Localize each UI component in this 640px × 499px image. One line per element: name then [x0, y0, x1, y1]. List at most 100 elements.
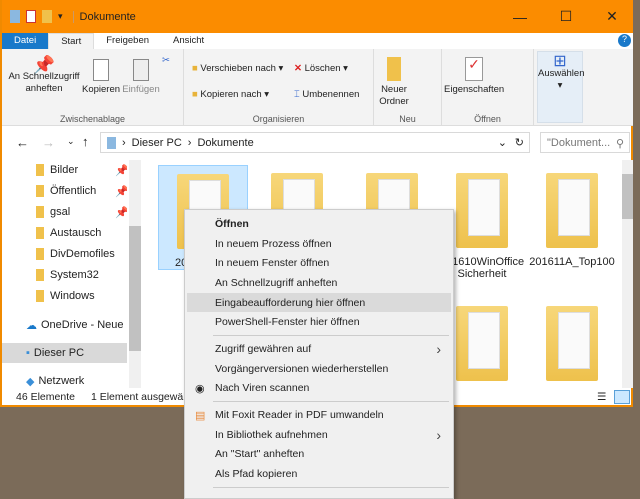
move-to-label: Verschieben nach ▾	[200, 63, 284, 74]
move-to-button[interactable]: ■ Verschieben nach ▾	[192, 63, 283, 75]
group-label: Öffnen	[474, 114, 501, 124]
new-folder-label: Neuer Ordner	[379, 84, 409, 107]
rename-icon: ⌶	[294, 89, 300, 100]
nav-item-system32[interactable]: System32	[2, 265, 127, 285]
properties-icon: ✓	[465, 57, 483, 81]
nav-item-divdemofiles[interactable]: DivDemofiles	[2, 244, 127, 264]
folder-item[interactable]: 201611A_Top100	[527, 165, 617, 268]
folder-icon	[546, 173, 598, 248]
group-label: Neu	[399, 114, 416, 124]
computer-icon: ▪	[26, 347, 30, 359]
breadcrumb-dieser-pc[interactable]: Dieser PC	[132, 137, 182, 149]
paste-label: Einfügen	[122, 84, 160, 95]
tab-ansicht[interactable]: Ansicht	[161, 33, 216, 49]
menu-item-pin-quick-access[interactable]: An Schnellzugriff anheften	[187, 273, 451, 293]
nav-item-gsal[interactable]: gsal 📌	[2, 202, 127, 222]
new-folder-quick-icon[interactable]	[42, 10, 52, 23]
new-folder-button[interactable]: Neuer Ordner	[376, 57, 412, 108]
menu-item-command-prompt[interactable]: Eingabeaufforderung hier öffnen	[187, 292, 451, 313]
content-scrollbar[interactable]	[622, 160, 633, 388]
menu-item-new-process[interactable]: In neuem Prozess öffnen	[187, 234, 451, 254]
selection-count: 1 Element ausgewählt	[90, 390, 195, 403]
copy-button[interactable]: Kopieren	[80, 59, 122, 96]
large-icons-view-button[interactable]	[614, 389, 630, 404]
group-label: Organisieren	[252, 114, 305, 124]
address-input[interactable]: › Dieser PC › Dokumente ⌄ ↻	[100, 132, 530, 153]
menu-item-oeffnen[interactable]: Öffnen	[187, 214, 451, 234]
forward-button[interactable]: →	[42, 135, 55, 150]
tab-start[interactable]: Start	[48, 33, 95, 49]
customize-dropdown-icon[interactable]: ▾	[58, 11, 63, 22]
context-menu: Öffnen In neuem Prozess öffnen In neuem …	[184, 209, 454, 499]
cut-icon[interactable]: ✂	[162, 55, 170, 67]
ribbon: 📌 An Schnellzugriff anheften Kopieren Ein…	[2, 49, 633, 126]
maximize-button[interactable]: ☐	[543, 0, 589, 33]
menu-item-foxit-pdf[interactable]: ▤ Mit Foxit Reader in PDF umwandeln	[187, 405, 451, 425]
address-dropdown-icon[interactable]: ⌄	[498, 136, 507, 149]
select-grid-icon: ⊞	[553, 53, 567, 70]
properties-label: Eigenschaften	[444, 84, 505, 95]
rename-button[interactable]: ⌶ Umbenennen	[294, 89, 359, 101]
ribbon-tabs: Datei Start Freigeben Ansicht ?	[2, 33, 633, 49]
menu-item-restore-versions[interactable]: Vorgängerversionen wiederherstellen	[187, 359, 451, 379]
documents-icon	[107, 136, 116, 149]
search-icon: ⚲	[615, 138, 624, 150]
help-icon[interactable]: ?	[618, 34, 631, 47]
group-open: ✓ Eigenschaften Öffnen	[442, 49, 534, 126]
tab-datei[interactable]: Datei	[2, 33, 49, 49]
up-button[interactable]: ↑	[82, 134, 89, 149]
properties-button[interactable]: ✓ Eigenschaften	[444, 57, 504, 96]
nav-item-oeffentlich[interactable]: Öffentlich 📌	[2, 181, 127, 201]
clipboard-icon	[133, 59, 149, 81]
folder-icon	[546, 306, 598, 381]
folder-label: 201611A_Top100	[529, 256, 615, 268]
copy-to-label: Kopieren nach ▾	[200, 89, 270, 100]
delete-label: Löschen ▾	[304, 63, 348, 74]
folder-icon	[456, 306, 508, 381]
menu-item-pin-start[interactable]: An "Start" anheften	[187, 445, 451, 465]
nav-item-onedrive[interactable]: ☁ OneDrive - Neue M	[2, 315, 127, 335]
back-button[interactable]: ←	[16, 135, 29, 150]
paste-button[interactable]: Einfügen	[122, 59, 160, 96]
folder-icon	[387, 57, 401, 81]
delete-button[interactable]: ✕ Löschen ▾	[294, 63, 348, 75]
tab-freigeben[interactable]: Freigeben	[94, 33, 161, 49]
menu-item-share-with[interactable]: Zugriff gewähren auf ›	[187, 339, 451, 359]
group-organize: ■ Verschieben nach ▾ ■ Kopieren nach ▾ ✕…	[184, 49, 374, 126]
nav-item-austausch[interactable]: Austausch	[2, 223, 127, 243]
folder-item[interactable]	[527, 298, 617, 381]
properties-quick-icon[interactable]	[26, 10, 36, 23]
submenu-arrow-icon: ›	[436, 426, 441, 443]
nav-item-bilder[interactable]: Bilder 📌	[2, 160, 127, 180]
search-input[interactable]: "Dokument... ⚲	[540, 132, 630, 153]
menu-separator	[213, 486, 449, 488]
menu-separator	[213, 401, 449, 403]
nav-scrollbar[interactable]	[129, 160, 141, 388]
select-button[interactable]: ⊞ Auswählen ▾	[537, 51, 585, 123]
nav-item-dieser-pc[interactable]: ▪ Dieser PC	[2, 343, 127, 363]
close-button[interactable]: ✕	[589, 0, 635, 33]
minimize-button[interactable]: —	[497, 0, 543, 33]
rename-label: Umbenennen	[302, 89, 360, 100]
cloud-icon: ☁	[26, 319, 37, 332]
details-view-button[interactable]: ☰	[597, 391, 606, 403]
nav-item-windows[interactable]: Windows	[2, 286, 127, 306]
copy-to-button[interactable]: ■ Kopieren nach ▾	[192, 89, 269, 101]
menu-item-new-window[interactable]: In neuem Fenster öffnen	[187, 253, 451, 273]
menu-item-include-library[interactable]: In Bibliothek aufnehmen ›	[187, 425, 451, 445]
copy-label: Kopieren	[81, 84, 121, 95]
recent-dropdown[interactable]: ⌄	[67, 136, 75, 147]
menu-item-virus-scan[interactable]: ◉ Nach Viren scannen	[187, 379, 451, 399]
select-label: Auswählen	[538, 68, 585, 79]
title-bar: ▾ Dokumente — ☐ ✕	[2, 0, 633, 33]
breadcrumb-dokumente[interactable]: Dokumente	[197, 137, 253, 149]
copy-icon	[93, 59, 109, 81]
menu-item-powershell[interactable]: PowerShell-Fenster hier öffnen	[187, 312, 451, 332]
network-icon: ◆	[26, 375, 35, 388]
refresh-icon[interactable]: ↻	[515, 136, 524, 149]
submenu-arrow-icon: ›	[436, 340, 441, 357]
menu-item-copy-path[interactable]: Als Pfad kopieren	[187, 464, 451, 484]
pin-button[interactable]: 📌 An Schnellzugriff anheften	[8, 56, 80, 95]
antivirus-icon: ◉	[195, 382, 205, 395]
delete-icon: ✕	[294, 63, 302, 74]
